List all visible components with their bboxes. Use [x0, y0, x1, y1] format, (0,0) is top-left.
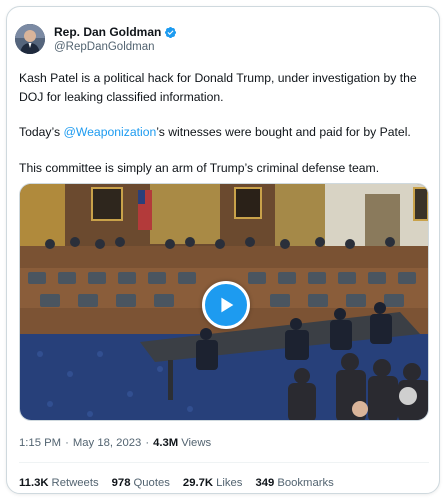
likes-count: 29.7K — [182, 477, 214, 489]
likes-stat[interactable]: 29.7K Likes — [183, 477, 243, 489]
meta-separator: · — [65, 437, 69, 449]
author-name[interactable]: Rep. Dan Goldman — [54, 25, 161, 40]
tweet-text-segment: ’s witnesses were bought and paid for by… — [156, 125, 411, 139]
play-icon — [221, 297, 234, 313]
tweet-card: Rep. Dan Goldman @RepDanGoldman Kash Pat… — [6, 6, 440, 494]
bookmarks-stat[interactable]: 349 Bookmarks — [255, 477, 333, 489]
divider — [19, 462, 429, 463]
tweet-header: Rep. Dan Goldman @RepDanGoldman — [15, 21, 177, 57]
tweet-time[interactable]: 1:15 PM — [19, 437, 61, 449]
quotes-stat[interactable]: 978 Quotes — [112, 477, 170, 489]
retweets-count: 11.3K — [19, 477, 49, 489]
bookmarks-count: 349 — [255, 477, 275, 489]
tweet-paragraph: Today’s @Weaponization’s witnesses were … — [19, 123, 429, 142]
quotes-label: Quotes — [133, 477, 170, 489]
tweet-text: Kash Patel is a political hack for Donal… — [19, 69, 429, 194]
tweet-date[interactable]: May 18, 2023 — [73, 437, 141, 449]
likes-label: Likes — [216, 477, 243, 489]
views-label: Views — [181, 437, 212, 449]
author-handle[interactable]: @RepDanGoldman — [54, 40, 177, 54]
tweet-meta: 1:15 PM · May 18, 2023 · 4.3M Views — [19, 437, 211, 449]
video-player[interactable] — [19, 183, 429, 421]
play-button[interactable] — [202, 281, 250, 329]
meta-separator: · — [145, 437, 150, 449]
retweets-stat[interactable]: 11.3K Retweets — [19, 477, 99, 489]
bookmarks-label: Bookmarks — [277, 477, 334, 489]
avatar-photo-icon — [15, 24, 45, 54]
tweet-paragraph: Kash Patel is a political hack for Donal… — [19, 71, 417, 104]
verified-badge-icon — [165, 26, 177, 38]
tweet-paragraph: This committee is simply an arm of Trump… — [19, 160, 380, 175]
mention-link[interactable]: @Weaponization — [64, 125, 157, 139]
retweets-label: Retweets — [51, 477, 99, 489]
avatar[interactable] — [15, 24, 45, 54]
tweet-stats: 11.3K Retweets 978 Quotes 29.7K Likes 349 Bo… — [19, 477, 347, 489]
quotes-count: 978 — [111, 477, 131, 489]
tweet-text-segment: Today’s — [19, 125, 64, 139]
views-count: 4.3M — [153, 437, 179, 449]
